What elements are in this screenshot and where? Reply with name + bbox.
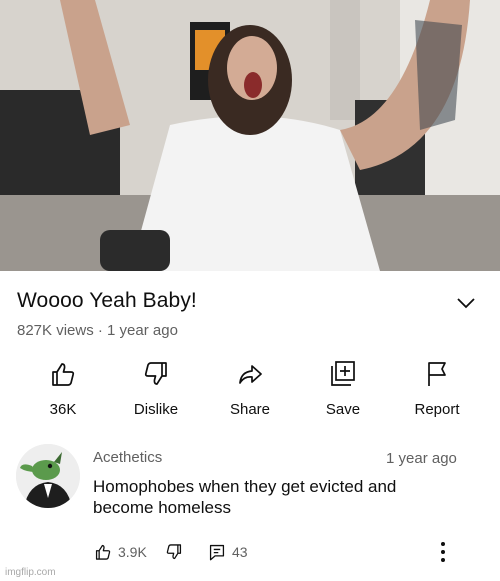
flag-icon: [428, 362, 446, 386]
comment-dislike-button[interactable]: [165, 540, 183, 564]
thumbs-down-icon: [144, 362, 167, 385]
video-player[interactable]: [0, 0, 500, 271]
comment-like-button[interactable]: 3.9K: [94, 540, 147, 564]
avatar[interactable]: [16, 444, 80, 508]
comment-actions: 3.9K 43: [0, 540, 500, 564]
save-playlist-icon: [331, 361, 355, 386]
like-count: 36K: [49, 401, 77, 418]
comment-replies-button[interactable]: 43: [208, 540, 248, 564]
share-icon: [239, 365, 262, 384]
share-label: Share: [229, 401, 271, 418]
comment-timestamp: 1 year ago: [386, 450, 457, 467]
share-button[interactable]: Share: [205, 360, 295, 420]
video-frame-illustration: [0, 0, 500, 271]
comment-author[interactable]: Acethetics: [93, 449, 162, 466]
dislike-button[interactable]: Dislike: [111, 360, 201, 420]
video-title: Woooo Yeah Baby!: [17, 289, 197, 312]
save-button[interactable]: Save: [298, 360, 388, 420]
thumbs-down-icon: [166, 544, 182, 560]
comment-text: Homophobes when they get evicted and bec…: [93, 477, 397, 517]
reply-icon: [209, 544, 225, 561]
thumbs-up-icon: [95, 544, 111, 560]
watermark: imgflip.com: [5, 567, 56, 578]
action-bar: 36K Dislike Share Save Report: [0, 360, 500, 420]
thumbs-up-icon: [52, 363, 75, 386]
video-meta: 827K views · 1 year ago: [17, 322, 178, 339]
expand-description-button[interactable]: [455, 293, 477, 313]
avatar-image: [16, 444, 80, 508]
like-button[interactable]: 36K: [18, 360, 108, 420]
chevron-down-icon: [457, 298, 475, 309]
save-label: Save: [325, 401, 361, 418]
comment-reply-count: 43: [232, 544, 248, 560]
comment-more-button[interactable]: [436, 541, 450, 563]
dislike-label: Dislike: [133, 401, 179, 418]
comment-like-count: 3.9K: [118, 544, 147, 560]
more-vert-icon: [441, 542, 445, 562]
report-label: Report: [414, 401, 460, 418]
report-button[interactable]: Report: [392, 360, 482, 420]
